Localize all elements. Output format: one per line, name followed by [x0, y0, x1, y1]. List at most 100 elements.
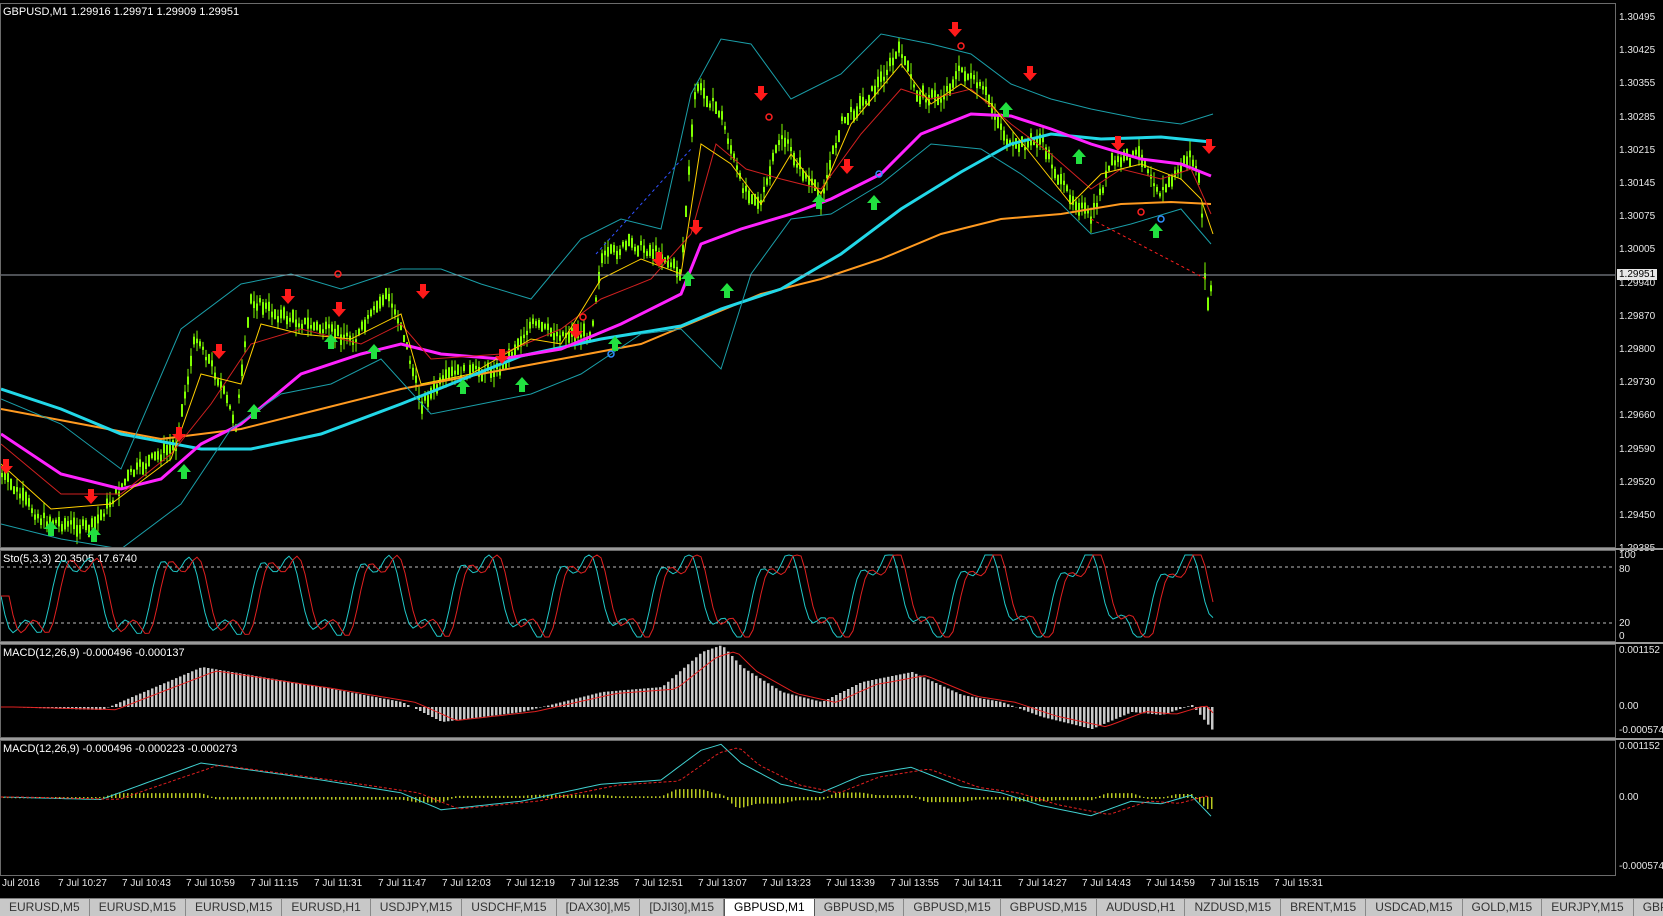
macd2-bar [199, 793, 201, 798]
price-label: 1.30495 [1619, 12, 1655, 23]
chart-tab[interactable]: USDCHF,M15 [462, 899, 556, 916]
macd-bar [983, 699, 986, 707]
chart-tab[interactable]: EURUSD,M15 [186, 899, 282, 916]
candle-body [307, 318, 309, 329]
macd-bar [603, 692, 606, 707]
macd2-bar [367, 797, 369, 800]
candle-body [901, 54, 903, 58]
candle-body [538, 320, 540, 328]
candle-body [637, 245, 639, 256]
stochastic-pane[interactable]: Sto(5,3,3) 20.3505 17.6740 [0, 550, 1616, 642]
macd2-bar [979, 797, 981, 800]
candle-body [295, 319, 297, 326]
macd2-bar [1199, 797, 1201, 802]
candle-body [790, 147, 792, 151]
candle-body [883, 77, 885, 81]
macd-bar [167, 682, 170, 707]
macd-bar [1027, 707, 1030, 712]
chart-tab[interactable]: NZDUSD,M15 [1185, 899, 1281, 916]
candle-body [1102, 187, 1104, 193]
chart-tab[interactable]: GBPUSD,M15 [904, 899, 1000, 916]
macd-level-zero: 0.00 [1619, 701, 1638, 712]
candle-body [1096, 203, 1098, 207]
macd2-bar [963, 797, 965, 802]
macd2-bar [1007, 797, 1009, 800]
macd2-bar [1211, 797, 1213, 809]
macd-bar [195, 670, 198, 707]
macd-bar [783, 693, 786, 708]
candle-body [1, 473, 3, 477]
chart-tab[interactable]: EURJPY,M15 [1542, 899, 1633, 916]
macd-bar [915, 674, 918, 707]
macd-histogram-pane[interactable]: MACD(12,26,9) -0.000496 -0.000137 [0, 644, 1616, 738]
candle-body [85, 520, 87, 530]
candle-body [844, 117, 846, 123]
time-label: Jul 2016 [2, 878, 40, 889]
chart-tab[interactable]: EURUSD,M15 [90, 899, 186, 916]
macd-lines-pane[interactable]: MACD(12,26,9) -0.000496 -0.000223 -0.000… [0, 740, 1616, 876]
macd2-bar [1131, 793, 1133, 798]
chart-tab[interactable]: GBP [1634, 899, 1663, 916]
macd-bar [375, 697, 378, 707]
macd2-bar [1103, 794, 1105, 798]
macd2-bar [671, 792, 673, 799]
macd-bar [695, 657, 698, 707]
macd-bar [735, 660, 738, 707]
macd-bar [479, 707, 482, 717]
macd2-bar [643, 796, 645, 798]
macd2-bar [971, 797, 973, 800]
chart-tab[interactable]: [DJI30],M15 [640, 899, 724, 916]
chart-tab[interactable]: EURUSD,H1 [282, 899, 370, 916]
macd2-bar [599, 795, 601, 798]
macd-bar [175, 678, 178, 707]
macd2-bar [683, 789, 685, 798]
macd2-bar [783, 797, 785, 803]
chart-tab[interactable]: EURUSD,M5 [0, 899, 90, 916]
chart-tab[interactable]: USDCAD,M15 [1366, 899, 1462, 916]
candle-body [403, 335, 405, 342]
macd-bar [947, 689, 950, 707]
macd2-bar [755, 797, 757, 804]
macd2-bar [903, 795, 905, 798]
candle-body [1165, 184, 1167, 192]
macd2-bar [151, 793, 153, 798]
macd-bar [215, 669, 218, 707]
macd2-bar [583, 795, 585, 798]
candle-body [1153, 183, 1155, 186]
candle-body [415, 376, 417, 383]
macd-bar [679, 671, 682, 707]
main-chart-pane[interactable]: GBPUSD,M1 1.29916 1.29971 1.29909 1.2995… [0, 3, 1616, 548]
candle-body [61, 524, 63, 531]
macd2-bar [1023, 797, 1025, 801]
candle-body [916, 90, 918, 101]
chart-tab[interactable]: GBPUSD,M1 [724, 899, 815, 916]
macd-bar [867, 681, 870, 707]
macd2-bar [1203, 797, 1205, 806]
candle-body [139, 459, 141, 467]
macd-bar [975, 697, 978, 707]
time-label: 7 Jul 14:11 [954, 878, 1002, 889]
stoch-level-20: 20 [1619, 618, 1630, 629]
chart-tab[interactable]: GBPUSD,M15 [1001, 899, 1097, 916]
macd-bar [971, 697, 974, 707]
chart-tab[interactable]: GOLD,M15 [1463, 899, 1543, 916]
candle-body [556, 332, 558, 336]
candle-body [721, 111, 723, 119]
chart-tab[interactable]: AUDUSD,H1 [1097, 899, 1185, 916]
chart-tab[interactable]: [DAX30],M5 [557, 899, 641, 916]
macd-bar [919, 676, 922, 707]
macd-bar [515, 707, 518, 713]
macd-bar [995, 701, 998, 707]
macd-bar [963, 695, 966, 707]
macd2-bar [607, 795, 609, 798]
candle-body [898, 42, 900, 53]
macd2-bar [619, 796, 621, 798]
chart-tab[interactable]: BRENT,M15 [1281, 899, 1366, 916]
price-label: 1.29590 [1619, 444, 1655, 455]
chart-tab[interactable]: USDJPY,M15 [371, 899, 462, 916]
candle-body [871, 86, 873, 91]
macd-bar [587, 696, 590, 708]
chart-tab[interactable]: GBPUSD,M5 [815, 899, 905, 916]
macd2-bar [843, 793, 845, 799]
macd2-bar [715, 794, 717, 798]
